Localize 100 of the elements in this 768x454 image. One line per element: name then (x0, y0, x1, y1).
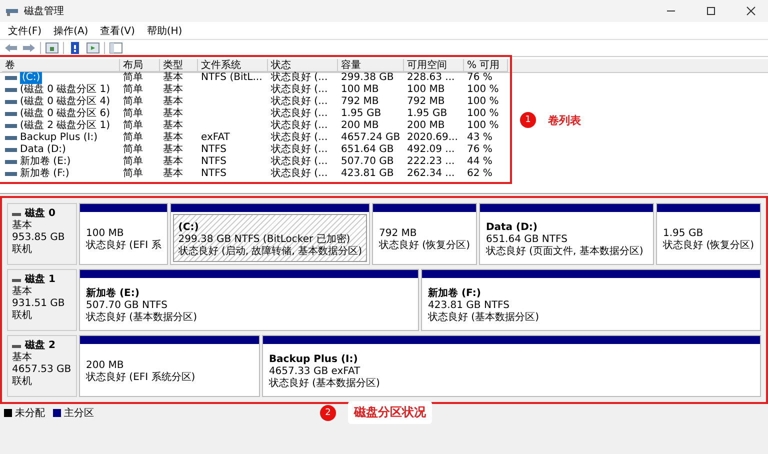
volume-icon (5, 172, 17, 176)
disk-status: 联机 (12, 376, 33, 388)
table-cell: 100 MB (407, 84, 445, 96)
table-cell-text: 简单 (123, 84, 143, 96)
disk-size: 953.85 GB (12, 232, 66, 244)
partition-size: 299.38 GB NTFS (BitLocker 已加密) (178, 234, 352, 246)
table-cell[interactable]: (C:) (20, 72, 42, 84)
table-cell: 222.23 ... (407, 156, 455, 168)
table-cell: 228.63 ... (407, 72, 455, 84)
partition-size: 792 MB (378, 228, 418, 240)
menu-item[interactable]: 帮助(H) (142, 24, 186, 38)
column-header[interactable]: 文件系统 (198, 59, 268, 72)
partition-block[interactable]: 200 MB 状态良好 (EFI 系统分区) (79, 335, 260, 397)
table-cell: 507.70 GB (341, 156, 394, 168)
volume-icon (5, 112, 17, 116)
menu-item[interactable]: 查看(V) (96, 24, 139, 38)
column-header[interactable]: 卷 (2, 59, 120, 72)
partition-name: Backup Plus (I:) (268, 354, 359, 366)
table-cell: 200 MB (341, 120, 379, 132)
partition-name: (C:) (178, 222, 200, 234)
volume-icon (5, 148, 17, 152)
partition-block[interactable]: Backup Plus (I:) 4657.33 GB exFAT 状态良好 (基本数据分区) (262, 335, 761, 397)
table-cell-text: 状态良好 (... (271, 108, 328, 120)
table-cell: 1.95 GB (407, 108, 448, 120)
disk-name: 磁盘 1 (25, 274, 56, 286)
forward-icon[interactable] (22, 42, 36, 54)
table-cell: 2020.69... (407, 132, 458, 144)
table-cell: 492.09 ... (407, 144, 455, 156)
table-cell-text: 基本 (163, 132, 183, 144)
table-cell: 状态良好 (... (271, 168, 328, 180)
table-cell-text: 基本 (163, 156, 183, 168)
column-header[interactable]: 容量 (338, 59, 404, 72)
table-cell-text: 基本 (163, 120, 183, 132)
table-cell: 62 % (467, 168, 492, 180)
maximize-icon[interactable] (706, 6, 716, 16)
disk-size: 931.51 GB (12, 298, 66, 310)
partition-size: 507.70 GB NTFS (86, 300, 168, 312)
table-cell: 43 % (467, 132, 492, 144)
table-cell: 100 MB (341, 84, 379, 96)
annotation-label: 磁盘分区状况 (348, 401, 432, 424)
table-cell: 简单 (123, 168, 143, 180)
table-cell: 44 % (467, 156, 492, 168)
disk-type: 基本 (12, 352, 33, 364)
app-icon (6, 6, 18, 16)
menu-item[interactable]: 操作(A) (50, 24, 92, 38)
partition-status: 状态良好 (基本数据分区) (268, 378, 381, 390)
table-cell: 4657.24 GB (341, 132, 400, 144)
close-icon[interactable] (746, 6, 756, 16)
disk-name: 磁盘 2 (25, 340, 56, 352)
volume-icon (5, 136, 17, 140)
table-cell: 基本 (163, 168, 183, 180)
table-cell[interactable]: 新加卷 (E:) (20, 156, 71, 168)
column-header[interactable]: % 可用 (464, 59, 508, 72)
column-header[interactable]: 类型 (160, 59, 198, 72)
partition-size: 200 MB (86, 360, 125, 372)
partition-block[interactable]: 792 MB 状态良好 (恢复分区) (372, 203, 477, 265)
partition-block[interactable]: 新加卷 (F:) 423.81 GB NTFS 状态良好 (基本数据分区) (421, 269, 761, 331)
volume-icon (5, 124, 17, 128)
table-cell-text: 简单 (123, 120, 143, 132)
partition-block[interactable]: (C:) 299.38 GB NTFS (BitLocker 已加密) 状态良好 (启动, 故障转储, 基本数据分区) (170, 203, 370, 265)
back-icon[interactable] (4, 42, 18, 54)
table-cell[interactable]: 新加卷 (F:) (20, 168, 70, 180)
column-header[interactable]: 可用空间 (404, 59, 464, 72)
column-header[interactable]: 状态 (268, 59, 338, 72)
disk-name: 磁盘 0 (25, 208, 56, 220)
table-cell-text: 简单 (123, 108, 143, 120)
column-header[interactable]: 布局 (120, 59, 160, 72)
table-cell: 76 % (467, 144, 492, 156)
panel-icon[interactable] (45, 42, 59, 54)
table-cell[interactable]: (磁盘 2 磁盘分区 1) (20, 120, 110, 132)
table-cell[interactable]: Backup Plus (I:) (20, 132, 98, 144)
window-icon[interactable] (109, 42, 123, 54)
table-cell[interactable]: (磁盘 0 磁盘分区 4) (20, 96, 110, 108)
table-cell[interactable]: (磁盘 0 磁盘分区 6) (20, 108, 110, 120)
partition-block[interactable]: 100 MB 状态良好 (EFI 系 (79, 203, 168, 265)
annotation-label: 卷列表 (548, 112, 581, 128)
partition-block[interactable]: 新加卷 (E:) 507.70 GB NTFS 状态良好 (基本数据分区) (79, 269, 419, 331)
annotation-number: 2 (320, 404, 336, 420)
partition-status: 状态良好 (恢复分区) (378, 240, 470, 252)
partition-block[interactable]: 1.95 GB 状态良好 (恢复分区) (656, 203, 761, 265)
partition-name: 新加卷 (E:) (86, 288, 140, 300)
menu-item[interactable]: 文件(F) (4, 24, 46, 38)
volume-icon (5, 88, 17, 92)
run-icon[interactable] (86, 42, 100, 54)
table-cell-text: 状态良好 (... (271, 156, 328, 168)
table-cell: 651.64 GB (341, 144, 394, 156)
table-cell-text: 状态良好 (... (271, 84, 328, 96)
help-icon[interactable] (68, 42, 82, 54)
table-cell[interactable]: Data (D:) (20, 144, 66, 156)
partition-block[interactable]: Data (D:) 651.64 GB NTFS 状态良好 (页面文件, 基本数据分区) (478, 203, 654, 265)
table-cell-text: 简单 (123, 156, 143, 168)
volume-icon (5, 160, 17, 164)
table-cell: NTFS (BitL... (201, 72, 262, 84)
table-cell-text: 基本 (163, 72, 183, 84)
table-cell-text: 简单 (123, 72, 143, 84)
table-cell: NTFS (201, 156, 227, 168)
table-cell[interactable]: (磁盘 0 磁盘分区 1) (20, 84, 110, 96)
table-cell-text: 状态良好 (... (271, 96, 328, 108)
annotation-number: 1 (520, 112, 536, 128)
partition-size: 651.64 GB NTFS (486, 234, 568, 246)
